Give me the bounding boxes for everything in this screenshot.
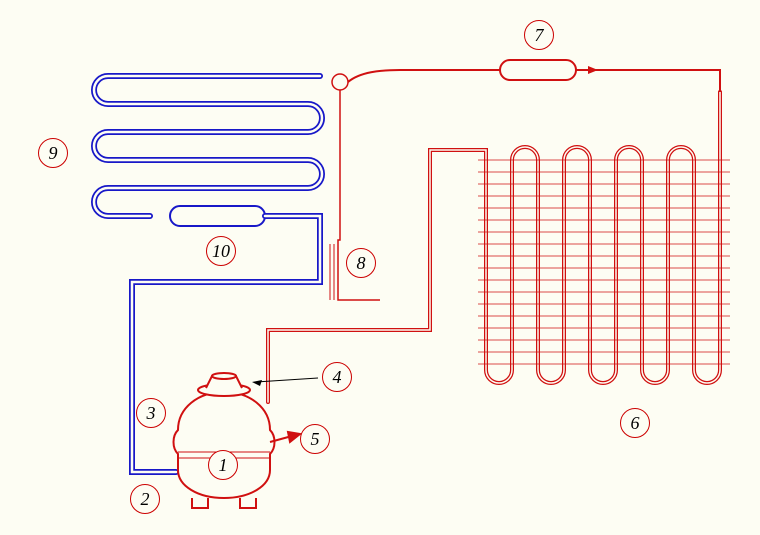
callout-6: 6 bbox=[620, 408, 650, 438]
callout-8: 8 bbox=[346, 248, 376, 278]
compressor bbox=[174, 373, 275, 508]
evaporator-coil bbox=[94, 76, 322, 216]
callout-5: 5 bbox=[300, 424, 330, 454]
callout-2: 2 bbox=[130, 484, 160, 514]
refrigeration-schematic bbox=[0, 0, 760, 535]
filter-drier bbox=[500, 60, 598, 80]
callout-7: 7 bbox=[524, 20, 554, 50]
callout-9: 9 bbox=[38, 138, 68, 168]
callout-1: 1 bbox=[208, 450, 238, 480]
callout-4: 4 bbox=[322, 362, 352, 392]
callout-3: 3 bbox=[136, 398, 166, 428]
cap-tube-node bbox=[332, 74, 348, 90]
callout-10: 10 bbox=[206, 236, 236, 266]
condenser-coil bbox=[268, 92, 720, 402]
leader-4 bbox=[256, 378, 318, 382]
